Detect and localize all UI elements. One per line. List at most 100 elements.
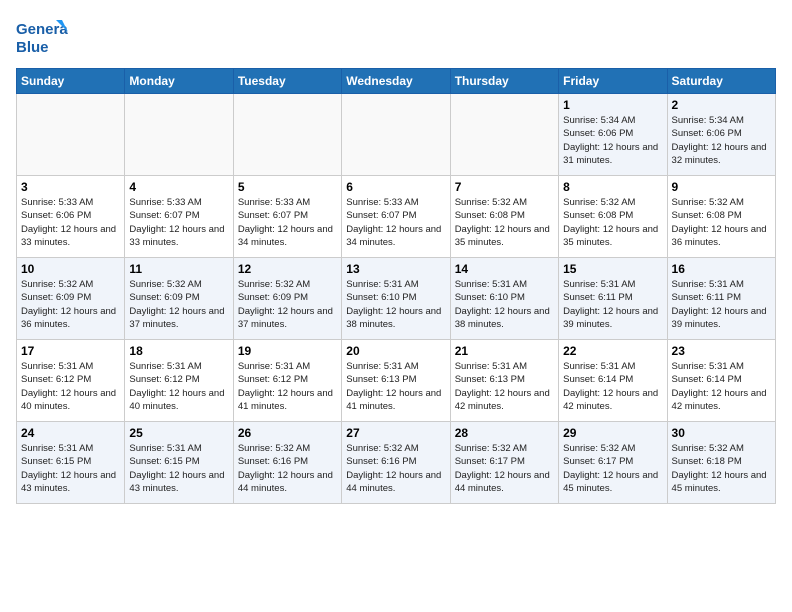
day-info: Sunrise: 5:31 AM Sunset: 6:15 PM Dayligh… bbox=[129, 442, 228, 495]
logo-icon: GeneralBlue bbox=[16, 16, 68, 60]
calendar-cell: 30 Sunrise: 5:32 AM Sunset: 6:18 PM Dayli… bbox=[667, 422, 775, 504]
day-number: 20 bbox=[346, 344, 445, 358]
calendar-cell: 23 Sunrise: 5:31 AM Sunset: 6:14 PM Dayli… bbox=[667, 340, 775, 422]
day-number: 21 bbox=[455, 344, 554, 358]
day-number: 27 bbox=[346, 426, 445, 440]
day-info: Sunrise: 5:31 AM Sunset: 6:13 PM Dayligh… bbox=[455, 360, 554, 413]
calendar-cell: 12 Sunrise: 5:32 AM Sunset: 6:09 PM Dayli… bbox=[233, 258, 341, 340]
day-info: Sunrise: 5:32 AM Sunset: 6:08 PM Dayligh… bbox=[563, 196, 662, 249]
day-info: Sunrise: 5:32 AM Sunset: 6:09 PM Dayligh… bbox=[238, 278, 337, 331]
calendar-cell: 10 Sunrise: 5:32 AM Sunset: 6:09 PM Dayli… bbox=[17, 258, 125, 340]
day-number: 12 bbox=[238, 262, 337, 276]
weekday-header: Thursday bbox=[450, 69, 558, 94]
day-info: Sunrise: 5:34 AM Sunset: 6:06 PM Dayligh… bbox=[563, 114, 662, 167]
day-number: 7 bbox=[455, 180, 554, 194]
day-number: 17 bbox=[21, 344, 120, 358]
calendar-cell: 16Sunrise: 5:31 AM Sunset: 6:11 PM Dayli… bbox=[667, 258, 775, 340]
week-row: 17 Sunrise: 5:31 AM Sunset: 6:12 PM Dayli… bbox=[17, 340, 776, 422]
weekday-header: Friday bbox=[559, 69, 667, 94]
day-number: 19 bbox=[238, 344, 337, 358]
day-info: Sunrise: 5:31 AM Sunset: 6:14 PM Dayligh… bbox=[672, 360, 771, 413]
calendar-cell: 24 Sunrise: 5:31 AM Sunset: 6:15 PM Dayli… bbox=[17, 422, 125, 504]
calendar-cell: 20 Sunrise: 5:31 AM Sunset: 6:13 PM Dayli… bbox=[342, 340, 450, 422]
calendar-cell: 17 Sunrise: 5:31 AM Sunset: 6:12 PM Dayli… bbox=[17, 340, 125, 422]
day-number: 1 bbox=[563, 98, 662, 112]
day-number: 28 bbox=[455, 426, 554, 440]
day-number: 11 bbox=[129, 262, 228, 276]
day-info: Sunrise: 5:31 AM Sunset: 6:15 PM Dayligh… bbox=[21, 442, 120, 495]
day-info: Sunrise: 5:31 AM Sunset: 6:10 PM Dayligh… bbox=[346, 278, 445, 331]
calendar-cell: 3 Sunrise: 5:33 AM Sunset: 6:06 PM Daylig… bbox=[17, 176, 125, 258]
day-info: Sunrise: 5:32 AM Sunset: 6:16 PM Dayligh… bbox=[238, 442, 337, 495]
calendar-cell: 7Sunrise: 5:32 AM Sunset: 6:08 PM Daylig… bbox=[450, 176, 558, 258]
calendar-cell: 9 Sunrise: 5:32 AM Sunset: 6:08 PM Daylig… bbox=[667, 176, 775, 258]
day-number: 14 bbox=[455, 262, 554, 276]
day-number: 16 bbox=[672, 262, 771, 276]
day-number: 18 bbox=[129, 344, 228, 358]
day-number: 10 bbox=[21, 262, 120, 276]
week-row: 1 Sunrise: 5:34 AM Sunset: 6:06 PM Daylig… bbox=[17, 94, 776, 176]
day-number: 8 bbox=[563, 180, 662, 194]
calendar-cell: 15 Sunrise: 5:31 AM Sunset: 6:11 PM Dayli… bbox=[559, 258, 667, 340]
day-info: Sunrise: 5:31 AM Sunset: 6:13 PM Dayligh… bbox=[346, 360, 445, 413]
day-number: 25 bbox=[129, 426, 228, 440]
weekday-header: Monday bbox=[125, 69, 233, 94]
day-number: 4 bbox=[129, 180, 228, 194]
day-number: 5 bbox=[238, 180, 337, 194]
calendar-cell: 2 Sunrise: 5:34 AM Sunset: 6:06 PM Daylig… bbox=[667, 94, 775, 176]
calendar-cell: 21 Sunrise: 5:31 AM Sunset: 6:13 PM Dayli… bbox=[450, 340, 558, 422]
day-info: Sunrise: 5:31 AM Sunset: 6:12 PM Dayligh… bbox=[129, 360, 228, 413]
day-number: 26 bbox=[238, 426, 337, 440]
day-info: Sunrise: 5:32 AM Sunset: 6:18 PM Dayligh… bbox=[672, 442, 771, 495]
day-info: Sunrise: 5:31 AM Sunset: 6:14 PM Dayligh… bbox=[563, 360, 662, 413]
day-number: 24 bbox=[21, 426, 120, 440]
calendar-cell: 11Sunrise: 5:32 AM Sunset: 6:09 PM Dayli… bbox=[125, 258, 233, 340]
week-row: 10 Sunrise: 5:32 AM Sunset: 6:09 PM Dayli… bbox=[17, 258, 776, 340]
day-info: Sunrise: 5:32 AM Sunset: 6:16 PM Dayligh… bbox=[346, 442, 445, 495]
day-info: Sunrise: 5:32 AM Sunset: 6:09 PM Dayligh… bbox=[21, 278, 120, 331]
day-number: 29 bbox=[563, 426, 662, 440]
calendar-cell bbox=[17, 94, 125, 176]
weekday-header: Saturday bbox=[667, 69, 775, 94]
weekday-header: Tuesday bbox=[233, 69, 341, 94]
calendar-cell: 14 Sunrise: 5:31 AM Sunset: 6:10 PM Dayli… bbox=[450, 258, 558, 340]
day-info: Sunrise: 5:33 AM Sunset: 6:07 PM Dayligh… bbox=[346, 196, 445, 249]
day-number: 9 bbox=[672, 180, 771, 194]
day-info: Sunrise: 5:33 AM Sunset: 6:06 PM Dayligh… bbox=[21, 196, 120, 249]
day-number: 3 bbox=[21, 180, 120, 194]
day-info: Sunrise: 5:31 AM Sunset: 6:11 PM Dayligh… bbox=[563, 278, 662, 331]
day-number: 13 bbox=[346, 262, 445, 276]
day-info: Sunrise: 5:32 AM Sunset: 6:17 PM Dayligh… bbox=[563, 442, 662, 495]
day-number: 6 bbox=[346, 180, 445, 194]
calendar-cell: 5 Sunrise: 5:33 AM Sunset: 6:07 PM Daylig… bbox=[233, 176, 341, 258]
calendar-cell: 1 Sunrise: 5:34 AM Sunset: 6:06 PM Daylig… bbox=[559, 94, 667, 176]
day-info: Sunrise: 5:32 AM Sunset: 6:08 PM Dayligh… bbox=[672, 196, 771, 249]
calendar-cell: 29 Sunrise: 5:32 AM Sunset: 6:17 PM Dayli… bbox=[559, 422, 667, 504]
calendar-cell: 4Sunrise: 5:33 AM Sunset: 6:07 PM Daylig… bbox=[125, 176, 233, 258]
calendar-cell: 6 Sunrise: 5:33 AM Sunset: 6:07 PM Daylig… bbox=[342, 176, 450, 258]
calendar-cell: 28Sunrise: 5:32 AM Sunset: 6:17 PM Dayli… bbox=[450, 422, 558, 504]
day-info: Sunrise: 5:33 AM Sunset: 6:07 PM Dayligh… bbox=[238, 196, 337, 249]
week-row: 3 Sunrise: 5:33 AM Sunset: 6:06 PM Daylig… bbox=[17, 176, 776, 258]
calendar-table: SundayMondayTuesdayWednesdayThursdayFrid… bbox=[16, 68, 776, 504]
day-info: Sunrise: 5:34 AM Sunset: 6:06 PM Dayligh… bbox=[672, 114, 771, 167]
svg-text:Blue: Blue bbox=[16, 39, 49, 56]
day-number: 30 bbox=[672, 426, 771, 440]
day-number: 23 bbox=[672, 344, 771, 358]
header-row: SundayMondayTuesdayWednesdayThursdayFrid… bbox=[17, 69, 776, 94]
day-info: Sunrise: 5:31 AM Sunset: 6:10 PM Dayligh… bbox=[455, 278, 554, 331]
weekday-header: Sunday bbox=[17, 69, 125, 94]
calendar-cell bbox=[125, 94, 233, 176]
page-header: GeneralBlue bbox=[16, 16, 776, 60]
logo: GeneralBlue bbox=[16, 16, 68, 60]
calendar-cell bbox=[342, 94, 450, 176]
calendar-cell: 26 Sunrise: 5:32 AM Sunset: 6:16 PM Dayli… bbox=[233, 422, 341, 504]
day-number: 15 bbox=[563, 262, 662, 276]
day-number: 2 bbox=[672, 98, 771, 112]
calendar-cell bbox=[450, 94, 558, 176]
day-info: Sunrise: 5:31 AM Sunset: 6:12 PM Dayligh… bbox=[238, 360, 337, 413]
week-row: 24 Sunrise: 5:31 AM Sunset: 6:15 PM Dayli… bbox=[17, 422, 776, 504]
calendar-cell: 27 Sunrise: 5:32 AM Sunset: 6:16 PM Dayli… bbox=[342, 422, 450, 504]
day-info: Sunrise: 5:31 AM Sunset: 6:12 PM Dayligh… bbox=[21, 360, 120, 413]
calendar-cell: 19 Sunrise: 5:31 AM Sunset: 6:12 PM Dayli… bbox=[233, 340, 341, 422]
